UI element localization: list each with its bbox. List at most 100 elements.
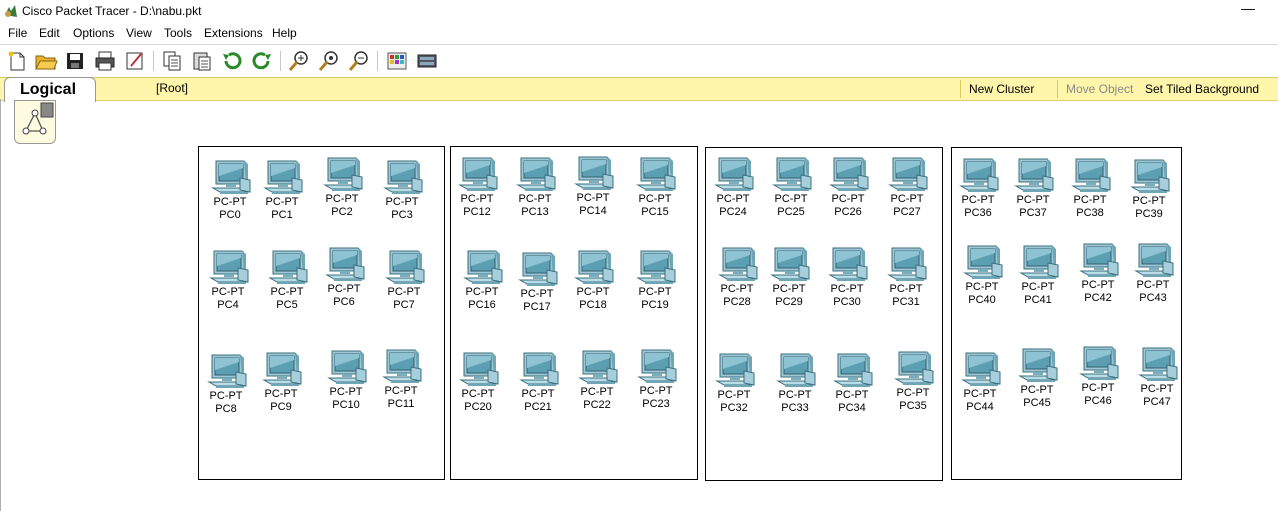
device-name-label: PC6 [333, 296, 355, 308]
pc-icon [1138, 347, 1178, 381]
pc-icon [718, 247, 758, 281]
device-type-label: PC-PT [329, 386, 363, 398]
pc-device-pc16[interactable]: PC-PT PC16 [457, 248, 507, 314]
pc-device-pc39[interactable]: PC-PT PC39 [1124, 157, 1174, 223]
zoom-in-icon[interactable] [287, 49, 311, 73]
pc-device-pc19[interactable]: PC-PT PC19 [630, 248, 680, 314]
toolbar-separator [153, 51, 154, 71]
paste-icon[interactable] [190, 49, 214, 73]
pc-device-pc31[interactable]: PC-PT PC31 [881, 245, 931, 311]
menu-help[interactable]: Help [272, 26, 297, 40]
open-icon[interactable] [34, 49, 58, 73]
menu-options[interactable]: Options [73, 26, 114, 40]
device-dialog-icon[interactable] [415, 49, 439, 73]
menu-tools[interactable]: Tools [164, 26, 192, 40]
pc-device-pc10[interactable]: PC-PT PC10 [321, 348, 371, 414]
move-object-button[interactable]: Move Object [1057, 80, 1141, 98]
pc-icon [1130, 159, 1170, 193]
pc-device-pc44[interactable]: PC-PT PC44 [955, 350, 1005, 416]
pc-device-pc35[interactable]: PC-PT PC35 [888, 349, 938, 415]
pc-device-pc0[interactable]: PC-PT PC0 [205, 158, 255, 224]
pc-device-pc34[interactable]: PC-PT PC34 [827, 351, 877, 417]
pc-device-pc8[interactable]: PC-PT PC8 [201, 352, 251, 418]
pc-device-pc12[interactable]: PC-PT PC12 [452, 155, 502, 221]
pc-device-pc46[interactable]: PC-PT PC46 [1073, 344, 1123, 410]
pc-device-pc43[interactable]: PC-PT PC43 [1128, 241, 1178, 307]
pc-device-pc11[interactable]: PC-PT PC11 [376, 347, 426, 413]
pc-device-pc13[interactable]: PC-PT PC13 [510, 155, 560, 221]
pc-device-pc24[interactable]: PC-PT PC24 [708, 155, 758, 221]
device-type-label: PC-PT [772, 283, 806, 295]
pc-device-pc3[interactable]: PC-PT PC3 [377, 158, 427, 224]
save-icon[interactable] [63, 49, 87, 73]
redo-icon[interactable] [250, 49, 274, 73]
device-name-label: PC0 [219, 209, 241, 221]
device-name-label: PC25 [777, 206, 805, 218]
logical-tab[interactable]: Logical [4, 77, 96, 102]
pc-device-pc42[interactable]: PC-PT PC42 [1073, 241, 1123, 307]
pc-icon [1071, 158, 1111, 192]
new-cluster-button[interactable]: New Cluster [960, 80, 1042, 98]
device-type-label: PC-PT [890, 193, 924, 205]
new-icon[interactable] [5, 49, 29, 73]
device-type-label: PC-PT [638, 286, 672, 298]
device-type-label: PC-PT [580, 386, 614, 398]
pc-icon [327, 350, 367, 384]
logical-view-icon[interactable] [14, 100, 56, 144]
device-type-label: PC-PT [889, 283, 923, 295]
pc-device-pc20[interactable]: PC-PT PC20 [453, 350, 503, 416]
pc-device-pc9[interactable]: PC-PT PC9 [256, 350, 306, 416]
pc-device-pc28[interactable]: PC-PT PC28 [712, 245, 762, 311]
copy-icon[interactable] [160, 49, 184, 73]
pc-device-pc14[interactable]: PC-PT PC14 [568, 154, 618, 220]
pc-device-pc38[interactable]: PC-PT PC38 [1065, 156, 1115, 222]
zoom-reset-icon[interactable] [317, 49, 341, 73]
menu-extensions[interactable]: Extensions [204, 26, 263, 40]
pc-device-pc32[interactable]: PC-PT PC32 [709, 351, 759, 417]
pc-device-pc17[interactable]: PC-PT PC17 [512, 250, 562, 316]
pc-icon [833, 353, 873, 387]
pc-icon [382, 349, 422, 383]
device-type-label: PC-PT [270, 286, 304, 298]
zoom-out-icon[interactable] [347, 49, 371, 73]
activity-wizard-icon[interactable] [123, 49, 147, 73]
menu-edit[interactable]: Edit [39, 26, 60, 40]
pc-device-pc25[interactable]: PC-PT PC25 [766, 155, 816, 221]
pc-device-pc4[interactable]: PC-PT PC4 [203, 248, 253, 314]
pc-device-pc23[interactable]: PC-PT PC23 [631, 347, 681, 413]
pc-device-pc5[interactable]: PC-PT PC5 [262, 248, 312, 314]
menu-file[interactable]: File [8, 26, 27, 40]
palette-icon[interactable] [385, 49, 409, 73]
pc-device-pc18[interactable]: PC-PT PC18 [568, 248, 618, 314]
pc-icon [1079, 346, 1119, 380]
pc-device-pc2[interactable]: PC-PT PC2 [317, 155, 367, 221]
pc-device-pc26[interactable]: PC-PT PC26 [823, 155, 873, 221]
root-breadcrumb[interactable]: [Root] [156, 81, 188, 95]
pc-device-pc15[interactable]: PC-PT PC15 [630, 155, 680, 221]
pc-device-pc7[interactable]: PC-PT PC7 [379, 248, 429, 314]
pc-device-pc21[interactable]: PC-PT PC21 [513, 350, 563, 416]
pc-device-pc40[interactable]: PC-PT PC40 [957, 243, 1007, 309]
device-type-label: PC-PT [576, 286, 610, 298]
menu-view[interactable]: View [126, 26, 152, 40]
topology-icon [22, 102, 54, 135]
pc-device-pc33[interactable]: PC-PT PC33 [770, 351, 820, 417]
pc-device-pc6[interactable]: PC-PT PC6 [319, 245, 369, 311]
device-name-label: PC14 [579, 205, 607, 217]
pc-device-pc30[interactable]: PC-PT PC30 [822, 245, 872, 311]
undo-icon[interactable] [220, 49, 244, 73]
pc-device-pc45[interactable]: PC-PT PC45 [1012, 346, 1062, 412]
pc-device-pc27[interactable]: PC-PT PC27 [882, 155, 932, 221]
device-name-label: PC1 [271, 209, 293, 221]
pc-device-pc36[interactable]: PC-PT PC36 [953, 156, 1003, 222]
pc-device-pc37[interactable]: PC-PT PC37 [1008, 156, 1058, 222]
pc-device-pc41[interactable]: PC-PT PC41 [1013, 243, 1063, 309]
set-tiled-background-button[interactable]: Set Tiled Background [1137, 80, 1267, 98]
pc-device-pc47[interactable]: PC-PT PC47 [1132, 345, 1182, 411]
minimize-button[interactable]: — [1240, 0, 1256, 16]
device-type-label: PC-PT [1081, 382, 1115, 394]
pc-device-pc29[interactable]: PC-PT PC29 [764, 245, 814, 311]
pc-device-pc1[interactable]: PC-PT PC1 [257, 158, 307, 224]
print-icon[interactable] [93, 49, 117, 73]
pc-device-pc22[interactable]: PC-PT PC22 [572, 348, 622, 414]
